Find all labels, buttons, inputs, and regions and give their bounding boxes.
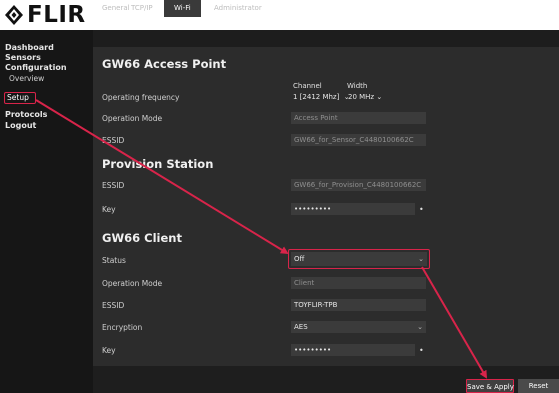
client-operation-mode-field: Client — [291, 277, 426, 289]
client-key-label: Key — [102, 346, 116, 355]
ap-operation-mode-field: Access Point — [291, 112, 426, 124]
channel-select[interactable]: 1 [2412 Mhz] ⌄ — [293, 93, 350, 101]
sidebar-item-dashboard[interactable]: Dashboard — [5, 43, 54, 53]
save-apply-button[interactable]: Save & Apply — [466, 379, 514, 393]
channel-value: 1 [2412 Mhz] — [293, 93, 340, 101]
channel-header: Channel — [293, 82, 322, 90]
client-title: GW66 Client — [102, 231, 182, 245]
client-essid-label: ESSID — [102, 301, 125, 310]
sidebar-nav — [0, 30, 93, 393]
chevron-down-icon: ⌄ — [417, 323, 423, 331]
sidebar-item-setup[interactable]: Setup — [7, 93, 29, 103]
ap-essid-label: ESSID — [102, 136, 125, 145]
ps-essid-label: ESSID — [102, 181, 125, 190]
client-essid-field[interactable]: TOYFLIR-TPB — [291, 299, 426, 311]
tab-bar — [93, 30, 559, 47]
flir-logo: FLIR — [4, 0, 86, 30]
logo-text: FLIR — [27, 2, 86, 28]
tab-administrator[interactable]: Administrator — [214, 0, 262, 17]
status-highlight-box — [288, 249, 430, 269]
ap-operation-mode-label: Operation Mode — [102, 114, 163, 123]
reset-button[interactable]: Reset — [518, 379, 559, 393]
client-operation-mode-label: Operation Mode — [102, 279, 163, 288]
tab-general[interactable]: General — [102, 0, 130, 17]
sidebar-item-logout[interactable]: Logout — [5, 121, 36, 131]
operating-frequency-label: Operating frequency — [102, 93, 180, 102]
sidebar-item-overview[interactable]: Overview — [9, 74, 44, 84]
client-encryption-select[interactable]: AES ⌄ — [291, 321, 426, 333]
client-encryption-value: AES — [294, 323, 308, 331]
sidebar-item-sensors[interactable]: Sensors — [5, 53, 41, 63]
ps-essid-field: GW66_for_Provision_C4480100662C — [291, 179, 426, 191]
tab-tcpip[interactable]: TCP/IP — [131, 0, 153, 17]
provision-station-title: Provision Station — [102, 157, 214, 171]
sidebar-item-protocols[interactable]: Protocols — [5, 110, 47, 120]
client-encryption-label: Encryption — [102, 323, 143, 332]
width-value: 20 MHz — [348, 93, 375, 101]
ap-essid-field: GW66_for_Sensor_C4480100662C — [291, 134, 426, 146]
tab-wifi[interactable]: Wi-Fi — [164, 0, 201, 17]
flir-diamond-icon — [4, 4, 24, 26]
client-key-reveal-icon[interactable]: • — [419, 346, 424, 355]
sidebar-item-configuration[interactable]: Configuration — [5, 63, 67, 73]
ps-key-label: Key — [102, 205, 116, 214]
client-key-field[interactable]: ••••••••• — [291, 344, 415, 356]
client-status-label: Status — [102, 256, 126, 265]
width-select[interactable]: 20 MHz ⌄ — [348, 93, 382, 101]
width-header: Width — [347, 82, 368, 90]
ps-key-field[interactable]: ••••••••• — [291, 203, 415, 215]
header-bar: FLIR — [0, 0, 559, 30]
chevron-down-icon: ⌄ — [376, 93, 383, 101]
access-point-title: GW66 Access Point — [102, 57, 227, 71]
ps-key-reveal-icon[interactable]: • — [419, 205, 424, 214]
